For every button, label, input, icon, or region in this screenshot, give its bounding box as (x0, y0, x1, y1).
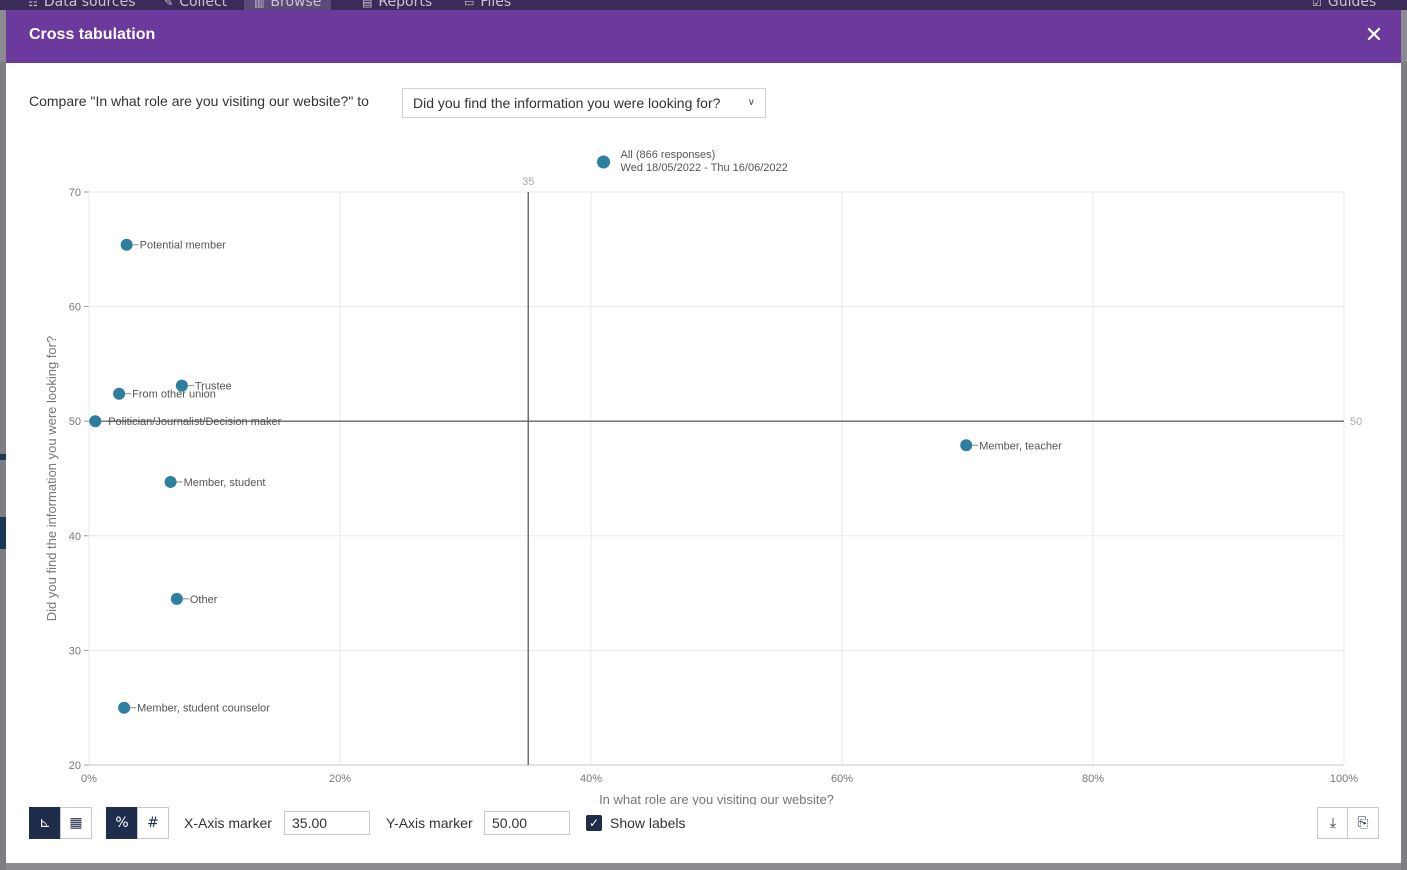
data-point-label: Other (190, 594, 218, 606)
download-button[interactable]: ⤓ (1317, 807, 1349, 839)
y-axis-marker-value: 50 (1350, 416, 1362, 428)
nav-files[interactable]: ▭ Files (464, 0, 511, 10)
all-responses-label: All (866 responses) (621, 149, 716, 161)
nav-guides[interactable]: ☑ Guides (1312, 0, 1376, 10)
bar-chart-icon: ▥ (254, 0, 265, 9)
x-axis-marker-label: X-Axis marker (184, 815, 272, 831)
data-point-label: From other union (132, 389, 216, 401)
x-tick-label: 0% (81, 773, 97, 785)
data-point (120, 238, 133, 251)
data-point-label: Politician/Journalist/Decision maker (108, 416, 281, 428)
y-axis-title: Did you find the information you were lo… (44, 336, 59, 621)
x-tick-label: 100% (1330, 773, 1358, 785)
modal-title: Cross tabulation (29, 26, 156, 43)
data-point-label: Member, teacher (979, 440, 1062, 452)
data-point (960, 439, 973, 452)
data-point (118, 701, 131, 714)
x-tick-label: 80% (1082, 773, 1104, 785)
modal-header: Cross tabulation ✕ (6, 10, 1401, 63)
y-tick-label: 30 (69, 645, 81, 657)
compare-label: Compare "In what role are you visiting o… (29, 93, 369, 109)
scatter-chart: 20 30 40 50 60 70 0% 20% 40% 60% 80% 100% 35 50 In wha… (44, 149, 1362, 805)
percent-button[interactable]: % (106, 807, 138, 839)
x-tick-label: 40% (580, 773, 602, 785)
data-point-label: Member, student counselor (137, 703, 270, 715)
nav-browse[interactable]: ▥ Browse (244, 0, 332, 10)
document-icon: ▤ (362, 0, 373, 9)
table-view-button[interactable]: ▦ (60, 807, 92, 839)
data-point (89, 415, 102, 428)
y-tick-label: 70 (69, 187, 81, 199)
all-responses-point (597, 155, 611, 169)
nav-collect[interactable]: ✎ Collect (164, 0, 227, 10)
chart-view-button[interactable]: ⊾ (29, 807, 61, 839)
background-right-edge (1401, 62, 1407, 870)
compare-select-value: Did you find the information you were lo… (413, 95, 721, 111)
y-tick-label: 60 (69, 302, 81, 314)
x-tick-label: 20% (329, 773, 351, 785)
count-button[interactable]: # (137, 807, 169, 839)
close-icon[interactable]: ✕ (1363, 25, 1385, 47)
guides-icon: ☑ (1312, 0, 1322, 9)
nav-data-sources[interactable]: ⚏ Data sources (28, 0, 136, 10)
y-axis-marker-input[interactable] (484, 811, 570, 835)
y-tick-label: 40 (69, 531, 81, 543)
x-axis-title: In what role are you visiting our websit… (599, 792, 834, 805)
nav-reports[interactable]: ▤ Reports (362, 0, 432, 10)
x-axis-marker-input[interactable] (284, 811, 370, 835)
x-tick-label: 60% (831, 773, 853, 785)
data-point-label: Member, student (184, 477, 266, 489)
data-point-label: Potential member (140, 240, 227, 252)
x-axis-marker-value: 35 (522, 176, 534, 188)
y-tick-label: 50 (69, 416, 81, 428)
folder-icon: ▭ (464, 0, 475, 9)
top-navigation-bar: ⚏ Data sources ✎ Collect ▥ Browse ▤ Reports … (0, 0, 1407, 10)
data-point (113, 387, 126, 400)
y-tick-label: 20 (69, 760, 81, 772)
all-responses-date-range: Wed 18/05/2022 - Thu 16/06/2022 (621, 162, 788, 174)
show-labels-checkbox[interactable]: ✓ (586, 815, 602, 831)
show-labels-label: Show labels (610, 815, 686, 831)
database-icon: ⚏ (28, 0, 38, 9)
export-document-button[interactable]: ⎘ (1347, 807, 1379, 839)
chart-toolbar: ⊾ ▦ % # X-Axis marker Y-Axis marker ✓ Sh… (29, 807, 1379, 839)
cross-tabulation-modal: Cross tabulation ✕ Compare "In what role… (6, 10, 1401, 863)
data-point (170, 592, 183, 605)
edit-icon: ✎ (164, 0, 174, 9)
compare-question-select[interactable]: Did you find the information you were lo… (402, 88, 766, 118)
y-axis-marker-label: Y-Axis marker (386, 815, 473, 831)
chevron-down-icon: ∨ (747, 97, 755, 108)
data-point (164, 475, 177, 488)
